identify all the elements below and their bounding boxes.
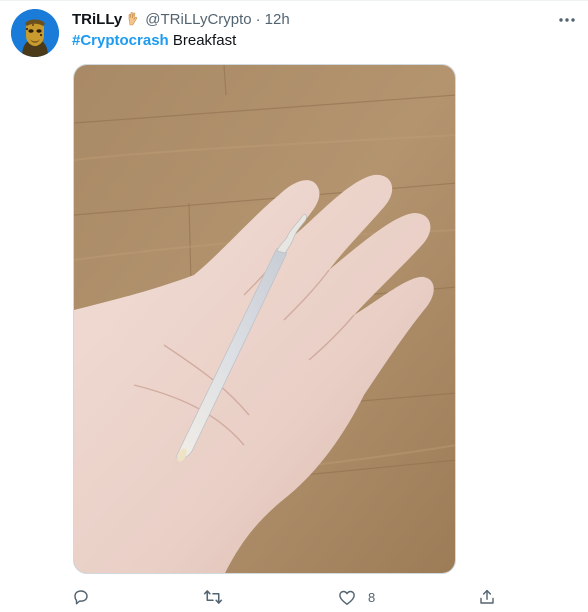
tweet-header: TRiLLy @TRiLLyCrypto · 12h bbox=[72, 9, 290, 29]
tweet-body: Breakfast bbox=[172, 32, 237, 49]
reply-icon bbox=[74, 590, 88, 605]
share-button[interactable] bbox=[478, 584, 496, 610]
separator-dot: · bbox=[255, 10, 261, 28]
more-options-icon bbox=[559, 18, 575, 22]
retweet-icon bbox=[203, 590, 223, 604]
hand-emoji-icon bbox=[125, 11, 141, 27]
user-handle[interactable]: @TRiLLyCrypto bbox=[145, 11, 251, 28]
retweet-button[interactable] bbox=[203, 584, 235, 610]
like-icon bbox=[339, 590, 355, 605]
divider bbox=[0, 0, 588, 1]
like-count: 8 bbox=[368, 589, 376, 605]
photo-image bbox=[74, 65, 455, 573]
hashtag-link[interactable]: #Cryptocrash bbox=[72, 32, 169, 49]
like-button[interactable]: 8 bbox=[338, 584, 375, 610]
tweet-actions: 8 bbox=[72, 584, 502, 610]
avatar[interactable] bbox=[11, 9, 59, 57]
tweet-card[interactable]: TRiLLy @TRiLLyCrypto · 12h #Cryptocrash … bbox=[0, 0, 588, 612]
display-name[interactable]: TRiLLy bbox=[72, 11, 122, 28]
more-options-button[interactable] bbox=[555, 10, 579, 30]
reply-button[interactable] bbox=[72, 584, 102, 610]
tweet-photo[interactable] bbox=[73, 64, 456, 574]
avatar-image bbox=[11, 9, 59, 57]
share-icon bbox=[480, 589, 494, 604]
timestamp[interactable]: 12h bbox=[265, 11, 290, 28]
tweet-text: #Cryptocrash Breakfast bbox=[72, 31, 236, 51]
